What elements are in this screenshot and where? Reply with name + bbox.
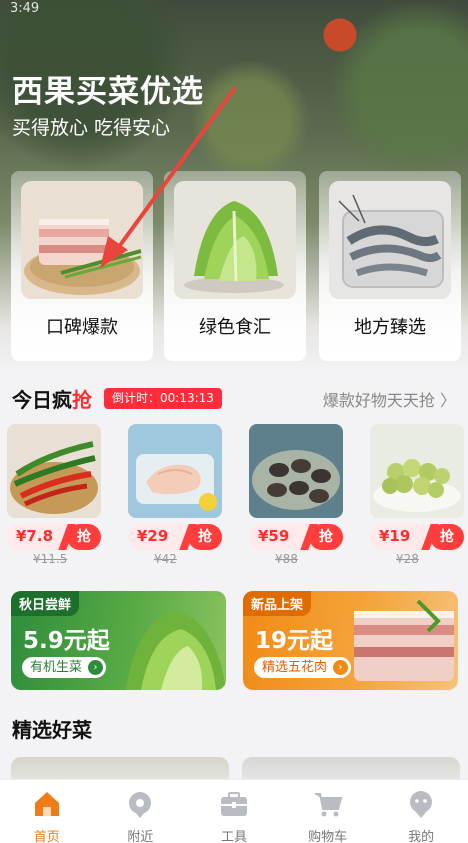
tab-profile[interactable]: 我的 (374, 780, 468, 843)
hero-subtitle: 买得放心 吃得安心 (12, 117, 171, 139)
original-price: ¥28 (396, 552, 419, 566)
price-bar: ¥7.8 抢 (7, 524, 101, 550)
toolbox-icon (220, 792, 247, 816)
category-card-regional[interactable]: 地方臻选 (319, 171, 461, 361)
deal-price: ¥7.8 (16, 527, 54, 545)
deal-price: ¥19 (379, 527, 411, 545)
lettuce-image (174, 181, 296, 299)
tab-tools[interactable]: 工具 (187, 780, 281, 843)
deal-item[interactable]: ¥29 抢 ¥42 (128, 424, 222, 566)
grab-button[interactable]: 抢 (309, 524, 343, 550)
price-bar: ¥59 抢 (249, 524, 343, 550)
deal-price: ¥29 (137, 527, 169, 545)
abalone-image (249, 424, 343, 518)
price-bar: ¥29 抢 (128, 524, 222, 550)
promo-banner-new[interactable]: 新品上架 19元起 精选五花肉 › (243, 591, 458, 690)
tab-home[interactable]: 首页 (0, 780, 94, 843)
pork-belly-image (21, 181, 143, 299)
category-label: 地方臻选 (354, 317, 426, 338)
promo-tag: 新品上架 (243, 591, 312, 616)
grab-button[interactable]: 抢 (67, 524, 101, 550)
promo-pill-button[interactable]: 精选五花肉 › (254, 657, 352, 678)
status-time: 3:49 (10, 1, 40, 16)
original-price: ¥42 (154, 552, 177, 566)
flash-sale-title: 今日疯抢 (12, 388, 92, 412)
profile-icon (410, 791, 433, 818)
cart-icon (314, 793, 342, 817)
chili-image (7, 424, 101, 518)
bottom-tab-bar: 首页 附近 工具 购物车 我的 (0, 779, 468, 843)
grape-image (370, 424, 464, 518)
shrimp-image (329, 181, 451, 299)
deal-price: ¥59 (258, 527, 290, 545)
promo-headline: 5.9元起 (23, 628, 110, 654)
grab-button[interactable]: 抢 (430, 524, 464, 550)
tab-label: 附近 (127, 830, 154, 843)
original-price: ¥11.5 (33, 552, 68, 566)
tab-nearby[interactable]: 附近 (94, 780, 188, 843)
location-icon (129, 792, 152, 818)
grab-button[interactable]: 抢 (188, 524, 222, 550)
tab-cart[interactable]: 购物车 (281, 780, 375, 843)
deal-item[interactable]: ¥59 抢 ¥88 (249, 424, 343, 566)
pork-belly-image (354, 599, 454, 681)
lettuce-image (126, 611, 226, 690)
tab-label: 首页 (33, 830, 60, 843)
chevron-right-icon: › (333, 660, 349, 675)
deal-item[interactable]: ¥19 抢 ¥28 (370, 424, 464, 566)
chevron-right-icon: › (88, 660, 104, 675)
category-card-hot[interactable]: 口碑爆款 (11, 171, 153, 361)
promo-banner-organic[interactable]: 秋日尝鲜 5.9元起 有机生菜 › (11, 591, 226, 690)
featured-title: 精选好菜 (12, 718, 92, 742)
tab-label: 工具 (220, 830, 247, 843)
home-icon (34, 792, 59, 816)
category-label: 绿色食汇 (199, 317, 271, 338)
promo-tag: 秋日尝鲜 (11, 591, 80, 616)
price-bar: ¥19 抢 (370, 524, 464, 550)
chicken-breast-image (128, 424, 222, 518)
countdown-badge: 倒计时：00:13:13 (104, 388, 222, 409)
tab-label: 购物车 (308, 830, 348, 843)
tab-label: 我的 (408, 830, 435, 843)
flash-sale-more-link[interactable]: 爆款好物天天抢 〉 (323, 387, 456, 411)
original-price: ¥88 (275, 552, 298, 566)
hero-title: 西果买菜优选 (12, 74, 204, 110)
hero-banner: 3:49 西果买菜优选 买得放心 吃得安心 口碑爆款 绿色食汇 地方臻选 (0, 0, 468, 372)
category-label: 口碑爆款 (46, 317, 118, 338)
deal-item[interactable]: ¥7.8 抢 ¥11.5 (7, 424, 101, 566)
promo-headline: 19元起 (255, 628, 334, 654)
promo-pill-button[interactable]: 有机生菜 › (22, 657, 107, 678)
category-card-green[interactable]: 绿色食汇 (164, 171, 306, 361)
